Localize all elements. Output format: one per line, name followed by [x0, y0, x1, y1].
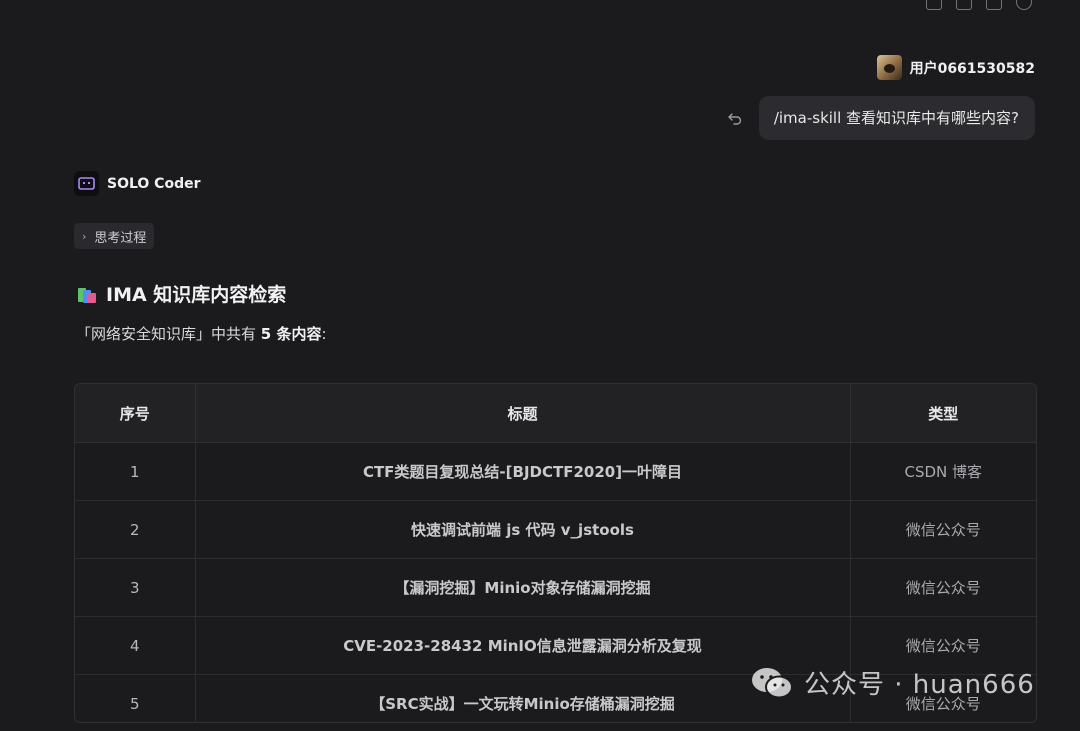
wechat-icon	[752, 667, 793, 698]
chat-page: 用户0661530582 /ima-skill 查看知识库中有哪些内容? SOL…	[0, 0, 1080, 731]
refresh-icon[interactable]	[1016, 0, 1032, 10]
thinking-process-label: 思考过程	[94, 230, 147, 246]
undo-icon[interactable]	[727, 110, 743, 126]
table-row: 1 CTF类题目复现总结-[BJDCTF2020]一叶障目 CSDN 博客	[75, 442, 1036, 501]
table-row: 2 快速调试前端 js 代码 v_jstools 微信公众号	[75, 500, 1036, 559]
row-type: 微信公众号	[850, 558, 1036, 617]
row-index: 1	[75, 442, 196, 501]
user-header: 用户0661530582	[876, 55, 1035, 80]
row-title: 快速调试前端 js 代码 v_jstools	[195, 500, 851, 559]
user-message-bubble: /ima-skill 查看知识库中有哪些内容?	[758, 96, 1035, 140]
assistant-header: SOLO Coder	[74, 171, 201, 196]
avatar	[876, 55, 902, 80]
chevron-right-icon: ›	[82, 229, 87, 243]
row-type: 微信公众号	[850, 500, 1036, 559]
section-heading: IMA 知识库内容检索	[76, 280, 286, 307]
row-type: CSDN 博客	[850, 442, 1036, 501]
summary-text: 「网络安全知识库」中共有 5 条内容:	[76, 323, 327, 344]
table-row: 3 【漏洞挖掘】Minio对象存储漏洞挖掘 微信公众号	[75, 558, 1036, 617]
solo-coder-logo-icon	[74, 171, 99, 196]
column-header-index: 序号	[75, 384, 196, 443]
column-header-type: 类型	[850, 384, 1036, 443]
user-message-row: /ima-skill 查看知识库中有哪些内容?	[727, 96, 1035, 140]
books-icon	[76, 284, 98, 304]
row-index: 5	[75, 674, 196, 722]
table-header-row: 序号 标题 类型	[75, 384, 1036, 443]
row-index: 4	[75, 616, 196, 675]
duplicate-icon[interactable]	[986, 0, 1002, 10]
row-index: 2	[75, 500, 196, 559]
section-title: IMA 知识库内容检索	[106, 284, 287, 306]
row-title: CTF类题目复现总结-[BJDCTF2020]一叶障目	[195, 442, 851, 501]
copy-icon[interactable]	[926, 0, 942, 10]
username: 用户0661530582	[909, 60, 1035, 77]
row-title: 【漏洞挖掘】Minio对象存储漏洞挖掘	[195, 558, 851, 617]
summary-suffix: :	[321, 325, 327, 343]
assistant-name: SOLO Coder	[107, 175, 201, 192]
summary-count: 5 条内容	[260, 325, 322, 343]
row-index: 3	[75, 558, 196, 617]
watermark: 公众号 · huan666	[750, 664, 1035, 701]
summary-prefix: 「网络安全知识库」中共有	[76, 325, 261, 343]
thumb-down-icon[interactable]	[956, 0, 972, 10]
watermark-text: 公众号 · huan666	[804, 670, 1035, 700]
column-header-title: 标题	[195, 384, 851, 443]
message-actions-toolbar	[926, 0, 1032, 10]
thinking-process-toggle[interactable]: › 思考过程	[74, 223, 155, 249]
